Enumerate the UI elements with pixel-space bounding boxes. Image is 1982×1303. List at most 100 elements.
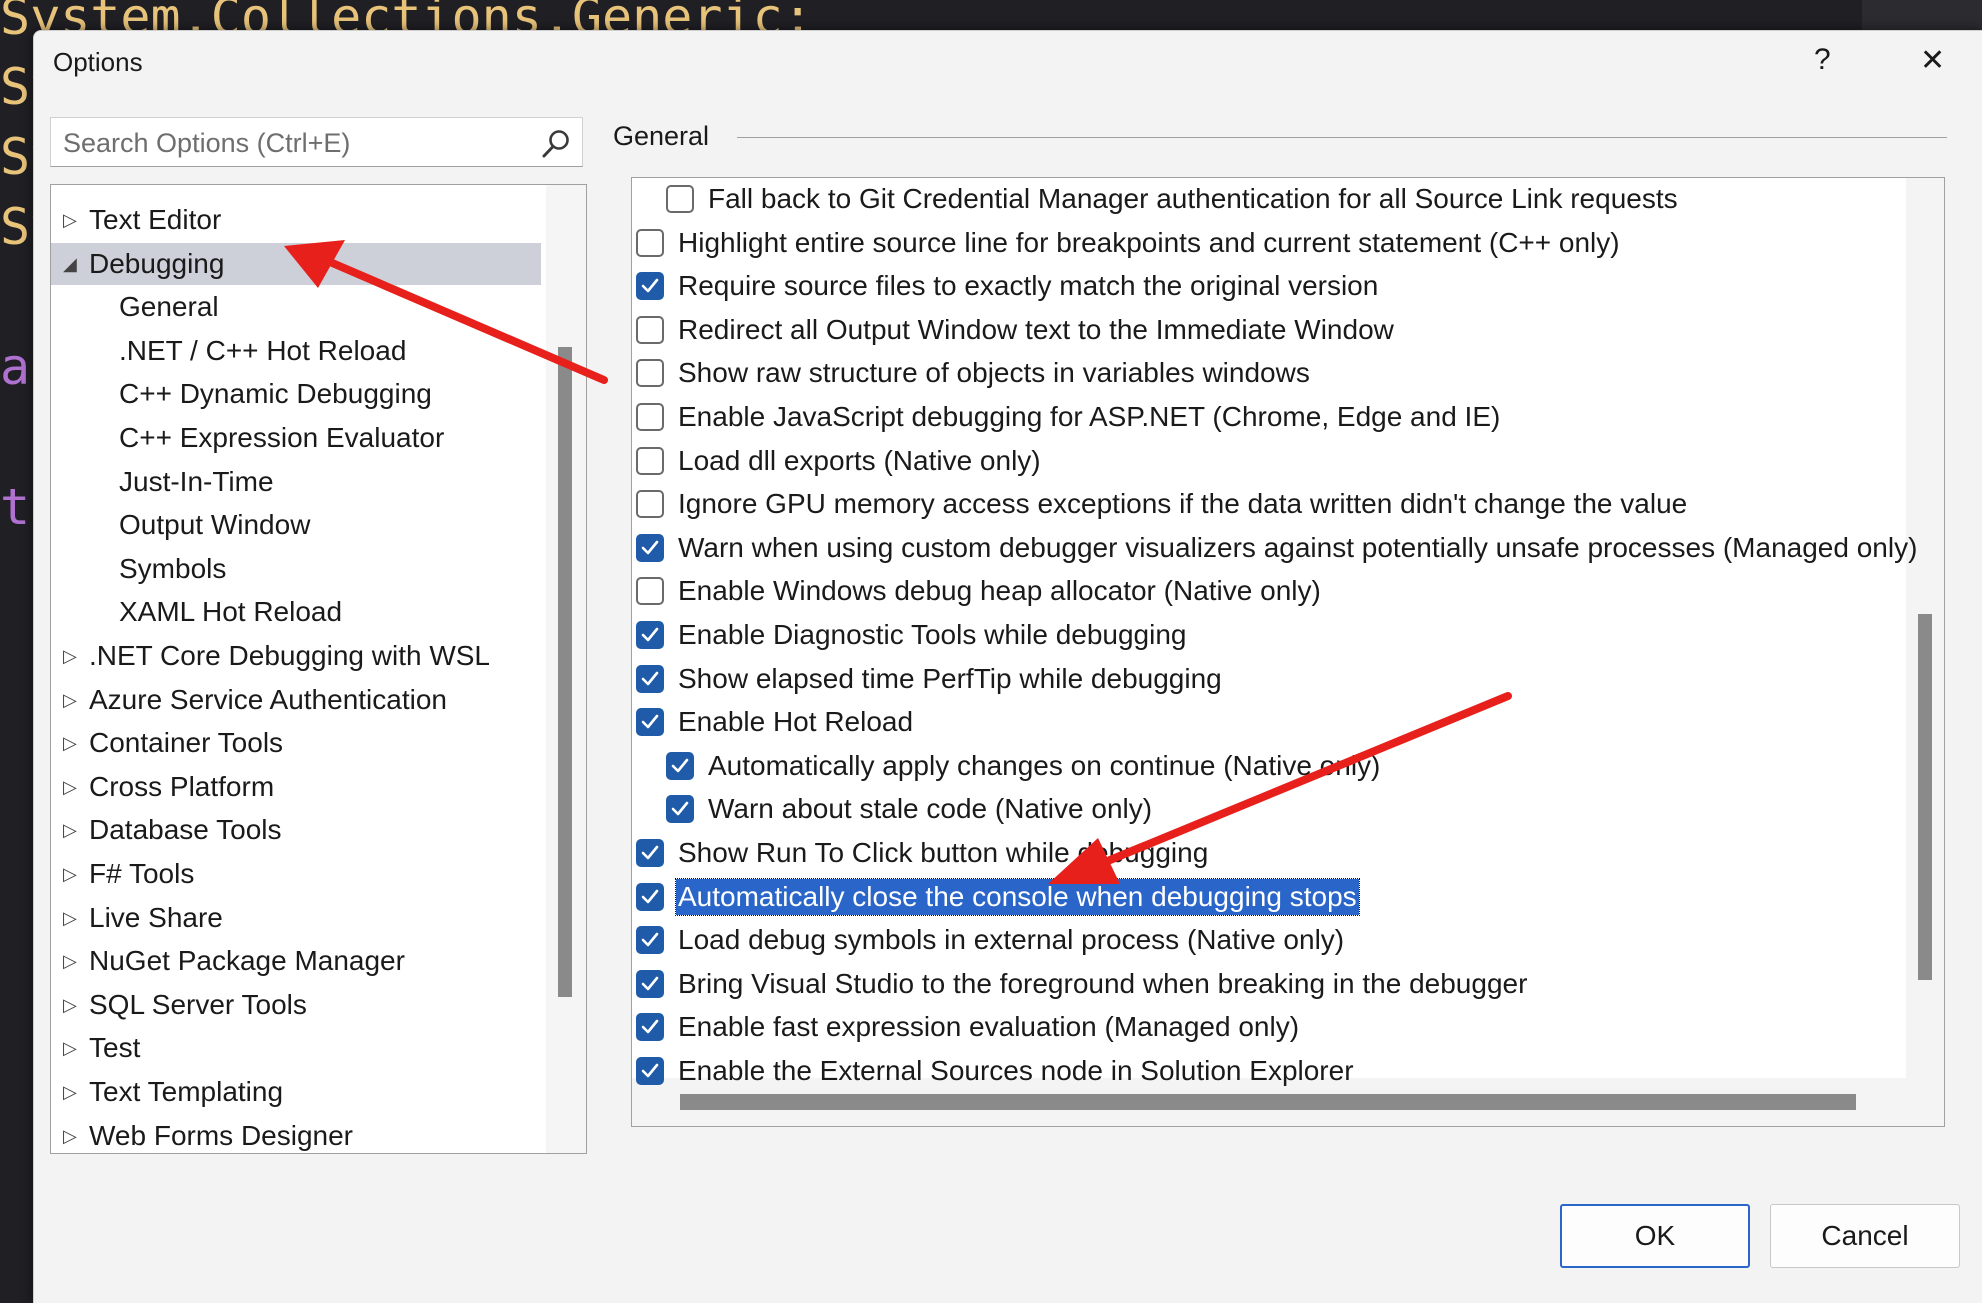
tree-item-label: Container Tools <box>89 727 284 759</box>
collapsed-arrow-icon[interactable]: ▷ <box>63 940 83 982</box>
option-label: Ignore GPU memory access exceptions if t… <box>678 488 1688 520</box>
collapsed-arrow-icon[interactable]: ▷ <box>63 1071 83 1113</box>
tree-item-azure-service-authentication[interactable]: ▷ Azure Service Authentication <box>51 679 541 721</box>
option-label: Show elapsed time PerfTip while debuggin… <box>678 662 1222 694</box>
checkbox-checked[interactable] <box>636 1013 664 1042</box>
tree-item-database-tools[interactable]: ▷ Database Tools <box>51 809 541 851</box>
tree-item-label: General <box>119 291 219 323</box>
options-list: Fall back to Git Credential Manager auth… <box>631 177 1945 1127</box>
tree-item-label: C++ Expression Evaluator <box>119 422 445 453</box>
checkbox-checked[interactable] <box>636 708 664 737</box>
option-label: Fall back to Git Credential Manager auth… <box>708 183 1678 214</box>
tree-item-symbols[interactable]: Symbols <box>51 548 541 590</box>
checkbox-checked[interactable] <box>666 795 694 824</box>
collapsed-arrow-icon[interactable]: ▷ <box>63 984 83 1026</box>
checkbox-unchecked[interactable] <box>636 403 664 431</box>
cancel-button[interactable]: Cancel <box>1770 1204 1960 1268</box>
tree-item-c-expression-evaluator[interactable]: C++ Expression Evaluator <box>51 417 541 459</box>
tree-item-web-forms-designer[interactable]: ▷ Web Forms Designer <box>51 1115 541 1153</box>
tree-item-debugging[interactable]: ◢ Debugging <box>51 242 541 285</box>
collapsed-arrow-icon[interactable]: ▷ <box>63 722 83 764</box>
option-label: Show raw structure of objects in variabl… <box>678 357 1310 389</box>
tree-item-label: Database Tools <box>89 814 282 846</box>
expanded-arrow-icon[interactable]: ◢ <box>63 243 83 285</box>
checkbox-checked[interactable] <box>636 664 664 693</box>
tree-item-label: .NET Core Debugging with WSL <box>89 640 490 671</box>
tree-item-just-in-time[interactable]: Just-In-Time <box>51 461 541 503</box>
option-label: Enable JavaScript debugging for ASP.NET … <box>678 401 1501 432</box>
search-box <box>50 117 583 167</box>
tree-scrollbar-thumb[interactable] <box>558 347 572 997</box>
collapsed-arrow-icon[interactable]: ▷ <box>63 1027 83 1069</box>
checkbox-unchecked[interactable] <box>636 315 664 344</box>
tree-item-label: SQL Server Tools <box>89 988 307 1020</box>
collapsed-arrow-icon[interactable]: ▷ <box>63 853 83 895</box>
option-label: Enable fast expression evaluation (Manag… <box>678 1011 1300 1043</box>
collapsed-arrow-icon[interactable]: ▷ <box>63 1115 83 1153</box>
option-label: Highlight entire source line for breakpo… <box>678 226 1620 258</box>
checkbox-checked[interactable] <box>636 621 664 649</box>
tree-item-c-dynamic-debugging[interactable]: C++ Dynamic Debugging <box>51 373 541 415</box>
tree-item-label: Output Window <box>119 509 311 541</box>
collapsed-arrow-icon[interactable]: ▷ <box>63 679 83 721</box>
checkbox-checked[interactable] <box>636 969 664 998</box>
tree-item-text-templating[interactable]: ▷ Text Templating <box>51 1071 541 1113</box>
checkbox-unchecked[interactable] <box>636 228 664 257</box>
checkbox-checked[interactable] <box>636 533 664 562</box>
tree-item-test[interactable]: ▷ Test <box>51 1027 541 1069</box>
tree-item-label: .NET / C++ Hot Reload <box>119 334 407 366</box>
option-label: Require source files to exactly match th… <box>678 270 1379 302</box>
collapsed-arrow-icon[interactable]: ▷ <box>63 766 83 808</box>
tree-item-net-c-hot-reload[interactable]: .NET / C++ Hot Reload <box>51 330 541 372</box>
tree-item-label: Web Forms Designer <box>89 1119 354 1151</box>
checkbox-unchecked[interactable] <box>636 577 664 606</box>
tree-item-container-tools[interactable]: ▷ Container Tools <box>51 722 541 764</box>
checkbox-unchecked[interactable] <box>636 490 664 519</box>
tree-item-label: Live Share <box>89 901 223 933</box>
tree-item-label: Cross Platform <box>89 770 275 802</box>
tree-item-cross-platform[interactable]: ▷ Cross Platform <box>51 766 541 808</box>
search-icon[interactable] <box>540 128 572 160</box>
collapsed-arrow-icon[interactable]: ▷ <box>63 635 83 677</box>
checkbox-checked[interactable] <box>636 839 664 867</box>
tree-item-label: Text Templating <box>89 1076 284 1107</box>
option-label: Load debug symbols in external process (… <box>678 924 1345 956</box>
tree-item-nuget-package-manager[interactable]: ▷ NuGet Package Manager <box>51 940 541 982</box>
option-label: Bring Visual Studio to the foreground wh… <box>678 967 1528 999</box>
option-label: Warn about stale code (Native only) <box>708 793 1153 825</box>
option-label: Warn when using custom debugger visualiz… <box>678 531 1918 563</box>
checkbox-checked[interactable] <box>636 926 664 955</box>
tree-item-text-editor[interactable]: ▷ Text Editor <box>51 199 541 241</box>
ok-button[interactable]: OK <box>1560 1204 1750 1268</box>
tree-item-f-tools[interactable]: ▷ F# Tools <box>51 853 541 895</box>
search-input[interactable] <box>61 124 525 162</box>
tree-item-sql-server-tools[interactable]: ▷ SQL Server Tools <box>51 984 541 1026</box>
checkbox-unchecked[interactable] <box>636 446 664 475</box>
tree-item-label: C++ Dynamic Debugging <box>119 378 432 410</box>
option-label: Enable Windows debug heap allocator (Nat… <box>678 575 1321 607</box>
options-vertical-scrollbar-thumb[interactable] <box>1918 614 1932 980</box>
tree-item-live-share[interactable]: ▷ Live Share <box>51 897 541 939</box>
checkbox-checked[interactable] <box>636 272 664 301</box>
option-label: Redirect all Output Window text to the I… <box>678 313 1394 345</box>
close-button[interactable]: ✕ <box>1920 43 1945 78</box>
checkbox-checked[interactable] <box>636 1057 664 1085</box>
section-title: General <box>613 121 710 151</box>
tree-item-label: F# Tools <box>89 858 195 889</box>
checkbox-checked[interactable] <box>666 751 694 780</box>
tree-item-output-window[interactable]: Output Window <box>51 504 541 546</box>
checkbox-checked[interactable] <box>636 882 664 911</box>
checkbox-unchecked[interactable] <box>636 359 664 388</box>
tree-item-xaml-hot-reload[interactable]: XAML Hot Reload <box>51 591 541 633</box>
checkbox-unchecked[interactable] <box>666 185 694 213</box>
collapsed-arrow-icon[interactable]: ▷ <box>63 199 83 241</box>
tree-item-net-core-debugging-with-wsl[interactable]: ▷ .NET Core Debugging with WSL <box>51 635 541 677</box>
option-label: Automatically apply changes on continue … <box>708 749 1381 781</box>
options-horizontal-scrollbar-thumb[interactable] <box>680 1094 1856 1110</box>
tree-item-label: XAML Hot Reload <box>119 596 343 628</box>
collapsed-arrow-icon[interactable]: ▷ <box>63 809 83 851</box>
tree-item-general[interactable]: General <box>51 286 541 328</box>
help-button[interactable]: ? <box>1814 43 1831 77</box>
collapsed-arrow-icon[interactable]: ▷ <box>63 897 83 939</box>
tree-item-label: Just-In-Time <box>119 465 274 497</box>
